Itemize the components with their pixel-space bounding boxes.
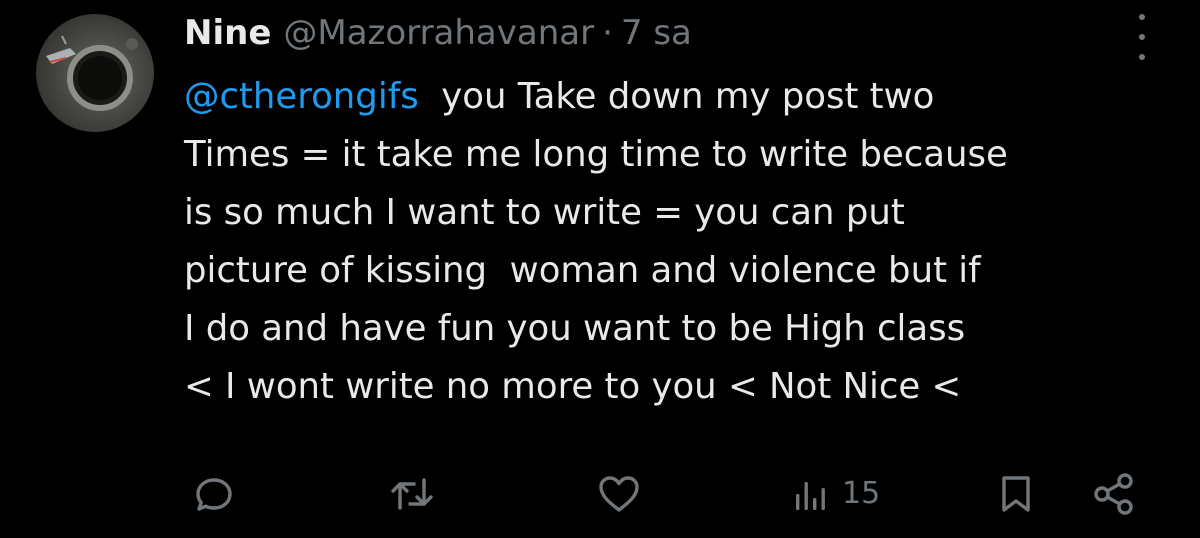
tweet-text-line: @ctherongifs you Take down my post two <box>184 68 1184 126</box>
tweet-text-line: Times = it take me long time to write be… <box>184 134 1008 175</box>
tweet-text: @ctherongifs you Take down my post two T… <box>184 68 1184 416</box>
bookmark-icon <box>1002 476 1030 512</box>
like-button[interactable] <box>596 472 642 516</box>
more-dot <box>1139 14 1145 20</box>
bookmark-button[interactable] <box>996 472 1036 516</box>
action-bar: 15 <box>0 466 1200 522</box>
separator-dot: · <box>602 13 613 53</box>
tweet[interactable]: Nine @Mazorrahavanar · 7 sa @ctherongifs… <box>0 0 1200 538</box>
tweet-text-segment: you Take down my post two <box>418 76 935 117</box>
tweet-text-line: < I wont write no more to you < Not Nice… <box>184 366 962 407</box>
share-icon <box>1094 473 1133 515</box>
timestamp[interactable]: 7 sa <box>621 8 692 58</box>
more-dot <box>1139 54 1145 60</box>
heart-icon <box>599 476 639 512</box>
views-chart-icon <box>796 482 825 510</box>
more-icon[interactable] <box>1126 14 1158 60</box>
mention-link[interactable]: @ctherongifs <box>184 76 419 117</box>
more-dot <box>1139 34 1145 40</box>
tweet-text-line: picture of kissing woman and violence bu… <box>184 250 981 291</box>
retweet-button[interactable] <box>388 472 436 516</box>
views-button[interactable]: 15 <box>790 472 880 516</box>
views-count: 15 <box>842 476 881 511</box>
tweet-text-line: is so much I want to write = you can put <box>184 192 905 233</box>
avatar-image <box>46 35 138 111</box>
retweet-icon <box>391 478 433 510</box>
avatar[interactable] <box>36 14 154 132</box>
reply-button[interactable] <box>192 472 236 516</box>
author-handle[interactable]: @Mazorrahavanar <box>283 8 594 58</box>
tweet-text-line: I do and have fun you want to be High cl… <box>184 308 966 349</box>
tweet-header: Nine @Mazorrahavanar · 7 sa <box>184 8 692 58</box>
author-name[interactable]: Nine <box>184 8 271 58</box>
reply-icon <box>196 478 232 511</box>
share-button[interactable] <box>1090 472 1138 516</box>
